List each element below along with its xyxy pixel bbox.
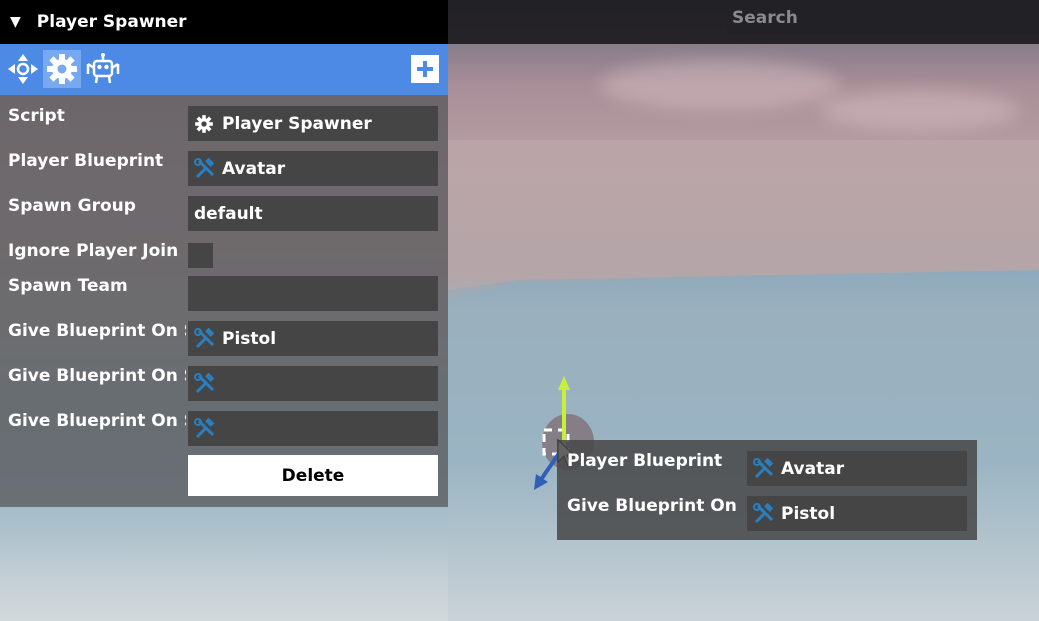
gear-icon[interactable] — [43, 50, 81, 88]
wrench-hammer-icon — [194, 372, 216, 395]
horizon-wall — [448, 140, 1039, 280]
spawn-group-field[interactable]: default — [188, 196, 438, 231]
wrench-hammer-icon — [753, 457, 775, 480]
give-blueprint-field[interactable]: Pistol — [188, 321, 438, 356]
popup-row-player-blueprint: Player Blueprint Avatar — [557, 451, 977, 487]
component-toolbar — [0, 44, 448, 95]
player-blueprint-value: Avatar — [781, 458, 845, 479]
give-blueprint-value: Pistol — [222, 328, 277, 349]
add-component-button[interactable] — [411, 55, 439, 83]
property-row-give-blueprint-1: Give Blueprint On S Pistol — [0, 321, 448, 357]
give-blueprint-field[interactable] — [188, 411, 438, 446]
transform-icon[interactable] — [4, 50, 42, 88]
wrench-hammer-icon — [753, 502, 775, 525]
wrench-hammer-icon — [194, 417, 216, 440]
property-row-script: Script Player Spawner — [0, 106, 448, 142]
wrench-hammer-icon — [194, 327, 216, 350]
property-label: Player Blueprint — [567, 451, 723, 471]
player-blueprint-field[interactable]: Avatar — [747, 451, 967, 486]
property-label: Spawn Group — [8, 196, 136, 216]
property-label: Give Blueprint On S — [8, 411, 186, 431]
property-label: Give Blueprint On S — [567, 496, 743, 516]
property-label: Spawn Team — [8, 276, 128, 296]
sky-cloud — [600, 60, 840, 110]
spawn-group-value: default — [194, 203, 263, 224]
panel-title: Player Spawner — [36, 12, 187, 32]
inspector-panel: ▼ Player Spawner Script Player Spawner P… — [0, 0, 448, 507]
give-blueprint-field[interactable] — [188, 366, 438, 401]
spawn-team-field[interactable] — [188, 276, 438, 311]
search-input[interactable] — [727, 3, 1039, 33]
property-label: Script — [8, 106, 65, 126]
sky-cloud — [820, 90, 1020, 130]
property-label: Give Blueprint On S — [8, 366, 186, 386]
delete-button[interactable]: Delete — [188, 455, 438, 496]
property-row-player-blueprint: Player Blueprint Avatar — [0, 151, 448, 187]
panel-header[interactable]: ▼ Player Spawner — [0, 0, 448, 44]
wrench-hammer-icon — [194, 157, 216, 180]
property-row-ignore-player-join: Ignore Player Join — [0, 241, 448, 277]
popup-row-give-blueprint: Give Blueprint On S Pistol — [557, 496, 977, 532]
property-row-give-blueprint-2: Give Blueprint On S — [0, 366, 448, 402]
property-label: Ignore Player Join — [8, 241, 179, 261]
give-blueprint-value: Pistol — [781, 503, 836, 524]
property-row-spawn-team: Spawn Team — [0, 276, 448, 312]
property-row-give-blueprint-3: Give Blueprint On S — [0, 411, 448, 447]
property-row-spawn-group: Spawn Group default — [0, 196, 448, 232]
player-blueprint-value: Avatar — [222, 158, 286, 179]
gear-icon — [194, 113, 216, 135]
robot-icon[interactable] — [84, 50, 122, 88]
player-blueprint-field[interactable]: Avatar — [188, 151, 438, 186]
hover-properties-popup: Player Blueprint Avatar Give Blueprint O… — [557, 440, 977, 540]
script-value: Player Spawner — [222, 113, 372, 134]
property-label: Give Blueprint On S — [8, 321, 186, 341]
give-blueprint-field[interactable]: Pistol — [747, 496, 967, 531]
collapse-icon[interactable]: ▼ — [10, 14, 21, 30]
property-label: Player Blueprint — [8, 151, 164, 171]
script-field[interactable]: Player Spawner — [188, 106, 438, 141]
ignore-player-join-checkbox[interactable] — [188, 243, 213, 268]
